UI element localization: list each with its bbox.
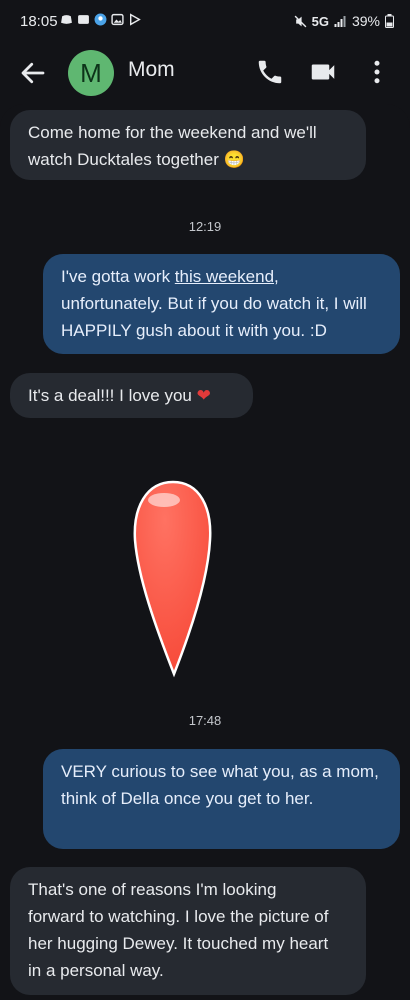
gallery-icon <box>111 13 124 26</box>
status-time: 18:05 <box>20 13 58 30</box>
notification-icons <box>60 13 141 26</box>
red-drop-sticker[interactable] <box>130 478 216 678</box>
status-bar: 18:05 5G 39% <box>0 0 410 46</box>
more-options-icon[interactable] <box>366 57 388 87</box>
video-call-icon[interactable] <box>308 57 338 87</box>
date-link[interactable]: this weekend <box>175 267 274 286</box>
contact-name[interactable]: Mom <box>128 58 175 82</box>
message-timestamp: 12:19 <box>188 219 222 234</box>
message-timestamp: 17:48 <box>188 713 222 728</box>
battery-icon <box>385 14 394 28</box>
phone-icon[interactable] <box>255 57 285 87</box>
play-store-icon <box>130 13 141 26</box>
network-type: 5G <box>311 13 329 29</box>
avatar[interactable]: M <box>68 50 114 96</box>
message-bubble-incoming[interactable]: Come home for the weekend and we'll watc… <box>10 110 366 180</box>
location-icon <box>94 13 107 26</box>
mute-icon <box>294 15 307 27</box>
message-app-icon <box>78 15 89 24</box>
back-arrow-icon[interactable] <box>18 58 48 88</box>
conversation-header: M Mom <box>0 46 410 104</box>
battery-percent: 39% <box>351 13 380 29</box>
message-bubble-outgoing[interactable]: VERY curious to see what you, as a mom, … <box>43 749 400 849</box>
message-bubble-outgoing[interactable]: I've gotta work this weekend, unfortunat… <box>43 254 400 354</box>
message-bubble-incoming[interactable]: It's a deal!!! I love you ❤ <box>10 373 253 418</box>
status-right: 5G 39% <box>294 13 394 29</box>
signal-icon <box>334 16 346 27</box>
grin-emoji: 😁 <box>223 150 245 169</box>
message-bubble-incoming[interactable]: That's one of reasons I'm looking forwar… <box>10 867 366 995</box>
heart-emoji: ❤ <box>196 386 211 405</box>
discord-icon <box>61 15 72 24</box>
